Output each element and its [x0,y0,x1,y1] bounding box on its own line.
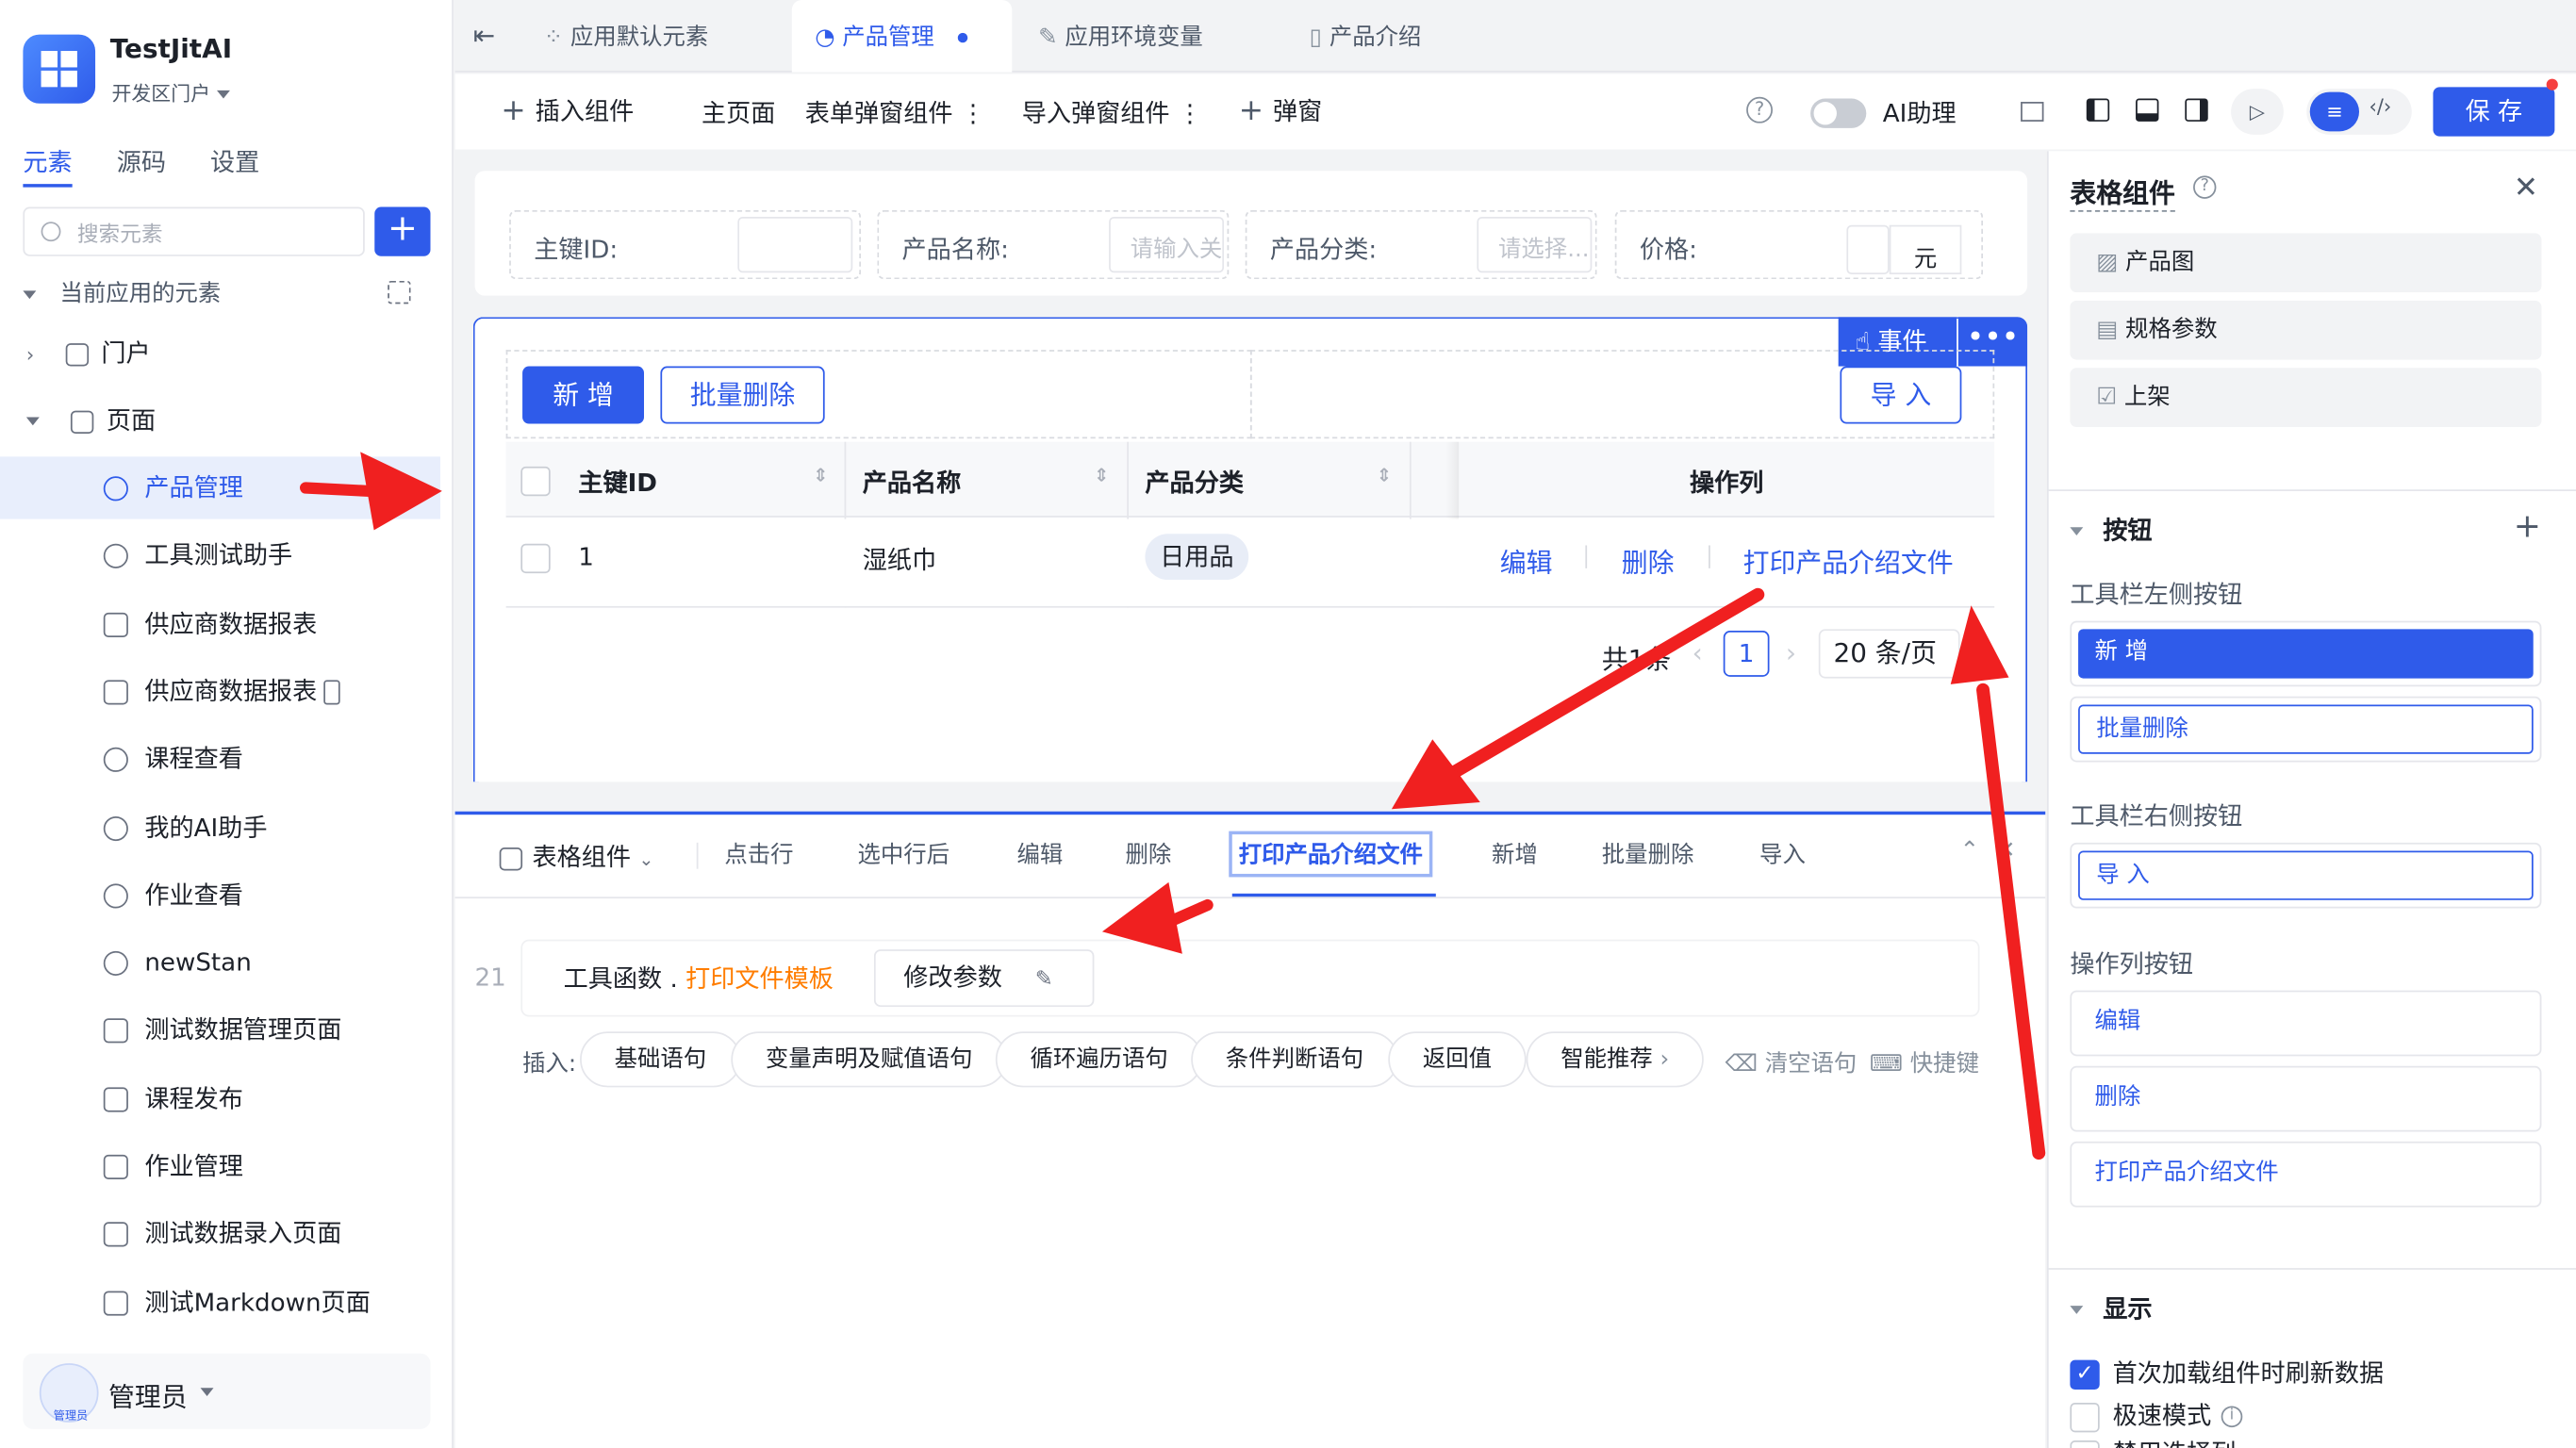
arrow-to-print-tab-head [1101,881,1182,954]
arrow-from-right-panel-shaft [1976,683,2046,1160]
arrow-from-right-panel-head [1950,605,2009,684]
arrow-action-to-bottom-shaft [1442,587,1765,782]
arrow-to-product-manage-head [360,452,442,531]
arrow-action-to-bottom-head [1391,739,1480,810]
annotation-arrows [299,452,2046,1160]
arrow-to-product-manage-shaft [299,482,376,498]
